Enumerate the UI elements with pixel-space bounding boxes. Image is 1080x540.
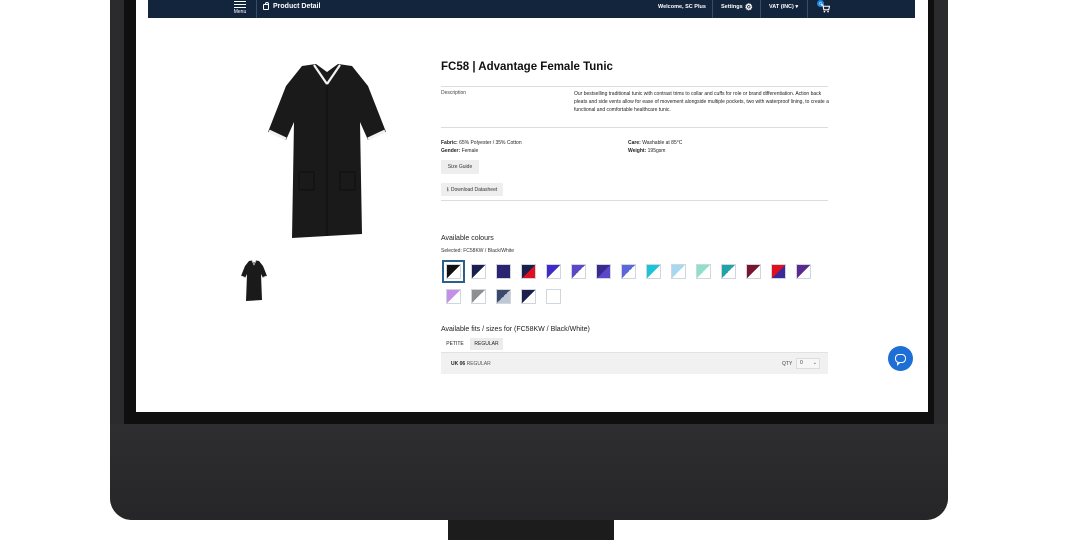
colour-swatch[interactable] — [471, 289, 486, 304]
available-fits-heading: Available fits / sizes for (FC58KW / Bla… — [441, 326, 590, 333]
fabric-spec: Fabric: 65% Polyester / 35% Cotton — [441, 140, 522, 146]
nav-divider — [807, 0, 808, 18]
colour-swatch[interactable] — [442, 260, 465, 283]
colour-swatch[interactable] — [596, 264, 611, 279]
gear-icon: ⚙ — [744, 2, 753, 12]
divider — [441, 86, 828, 87]
download-label: Download Datasheet — [450, 186, 498, 193]
colour-swatch[interactable] — [771, 264, 786, 279]
vat-dropdown[interactable]: VAT (INC) ▾ — [769, 4, 798, 10]
colour-swatch[interactable] — [446, 289, 461, 304]
care-value: Washable at 85°C — [642, 140, 683, 146]
tab-petite[interactable]: PETITE — [441, 338, 469, 350]
shopping-bag-icon — [263, 1, 269, 10]
page-title: Product Detail — [263, 1, 321, 10]
nav-divider — [712, 0, 713, 18]
product-main-image[interactable] — [264, 62, 390, 242]
divider — [441, 127, 828, 128]
colour-swatch[interactable] — [721, 264, 736, 279]
cart-icon — [821, 4, 830, 13]
menu-button[interactable]: Menu — [233, 1, 247, 15]
tab-regular[interactable]: REGULAR — [470, 338, 503, 350]
monitor-stand — [448, 520, 614, 540]
available-colours-heading: Available colours — [441, 235, 494, 242]
colour-swatch[interactable] — [621, 264, 636, 279]
colour-swatch[interactable] — [546, 264, 561, 279]
size-value: UK 06 — [451, 361, 466, 367]
description-label: Description — [441, 90, 467, 96]
chat-icon — [895, 354, 906, 366]
top-navbar: Menu Product Detail Welcome, SC Plus Set… — [148, 0, 915, 18]
monitor-frame: Menu Product Detail Welcome, SC Plus Set… — [110, 0, 948, 520]
hamburger-icon — [234, 1, 246, 8]
care-label: Care: — [628, 140, 641, 146]
fit-value: REGULAR — [466, 361, 491, 367]
selected-colour-text: Selected: FC58KW / Black/White — [441, 248, 515, 254]
monitor-chin — [110, 424, 948, 520]
colour-swatch[interactable] — [496, 264, 511, 279]
weight-label: Weight: — [628, 148, 647, 154]
gender-spec: Gender: Female — [441, 148, 478, 154]
description-text: Our bestselling traditional tunic with c… — [574, 91, 829, 113]
product-thumbnail[interactable] — [240, 260, 268, 302]
size-row: UK 06 REGULAR QTY 0 ⌄ — [441, 352, 828, 374]
divider — [441, 200, 828, 201]
product-title: FC58 | Advantage Female Tunic — [441, 61, 613, 73]
download-icon: ⭳ — [446, 186, 449, 193]
care-spec: Care: Washable at 85°C — [628, 140, 682, 146]
qty-value: 0 — [800, 360, 803, 366]
weight-spec: Weight: 195gsm — [628, 148, 665, 154]
colour-swatch[interactable] — [646, 264, 661, 279]
weight-value: 195gsm — [647, 148, 666, 154]
chat-button[interactable] — [888, 346, 913, 371]
colour-swatch[interactable] — [571, 264, 586, 279]
fabric-label: Fabric: — [441, 140, 458, 146]
colour-swatch[interactable] — [546, 289, 561, 304]
download-datasheet-button[interactable]: ⭳ Download Datasheet — [441, 183, 503, 196]
gender-value: Female — [461, 148, 479, 154]
menu-label: Menu — [233, 9, 247, 15]
colour-swatch[interactable] — [696, 264, 711, 279]
fabric-value: 65% Polyester / 35% Cotton — [459, 140, 522, 146]
colour-swatch[interactable] — [496, 289, 511, 304]
colour-swatch[interactable] — [671, 264, 686, 279]
welcome-text: Welcome, SC Plus — [658, 4, 706, 10]
size-row-label: UK 06 REGULAR — [451, 361, 491, 367]
colour-swatch[interactable] — [471, 264, 486, 279]
qty-select[interactable]: 0 ⌄ — [796, 358, 820, 369]
nav-divider — [760, 0, 761, 18]
size-guide-button[interactable]: Size Guide — [441, 160, 479, 174]
page-title-text: Product Detail — [273, 3, 321, 10]
gender-label: Gender: — [441, 148, 461, 154]
settings-label: Settings — [721, 4, 743, 10]
chevron-down-icon: ⌄ — [812, 360, 817, 366]
colour-swatch[interactable] — [796, 264, 811, 279]
cart-button[interactable]: 0 — [817, 0, 831, 14]
qty-label: QTY — [782, 361, 793, 367]
colour-swatch[interactable] — [746, 264, 761, 279]
colour-swatch[interactable] — [521, 289, 536, 304]
settings-button[interactable]: Settings ⚙ — [721, 2, 753, 12]
nav-divider — [256, 0, 257, 18]
colour-swatch[interactable] — [521, 264, 536, 279]
